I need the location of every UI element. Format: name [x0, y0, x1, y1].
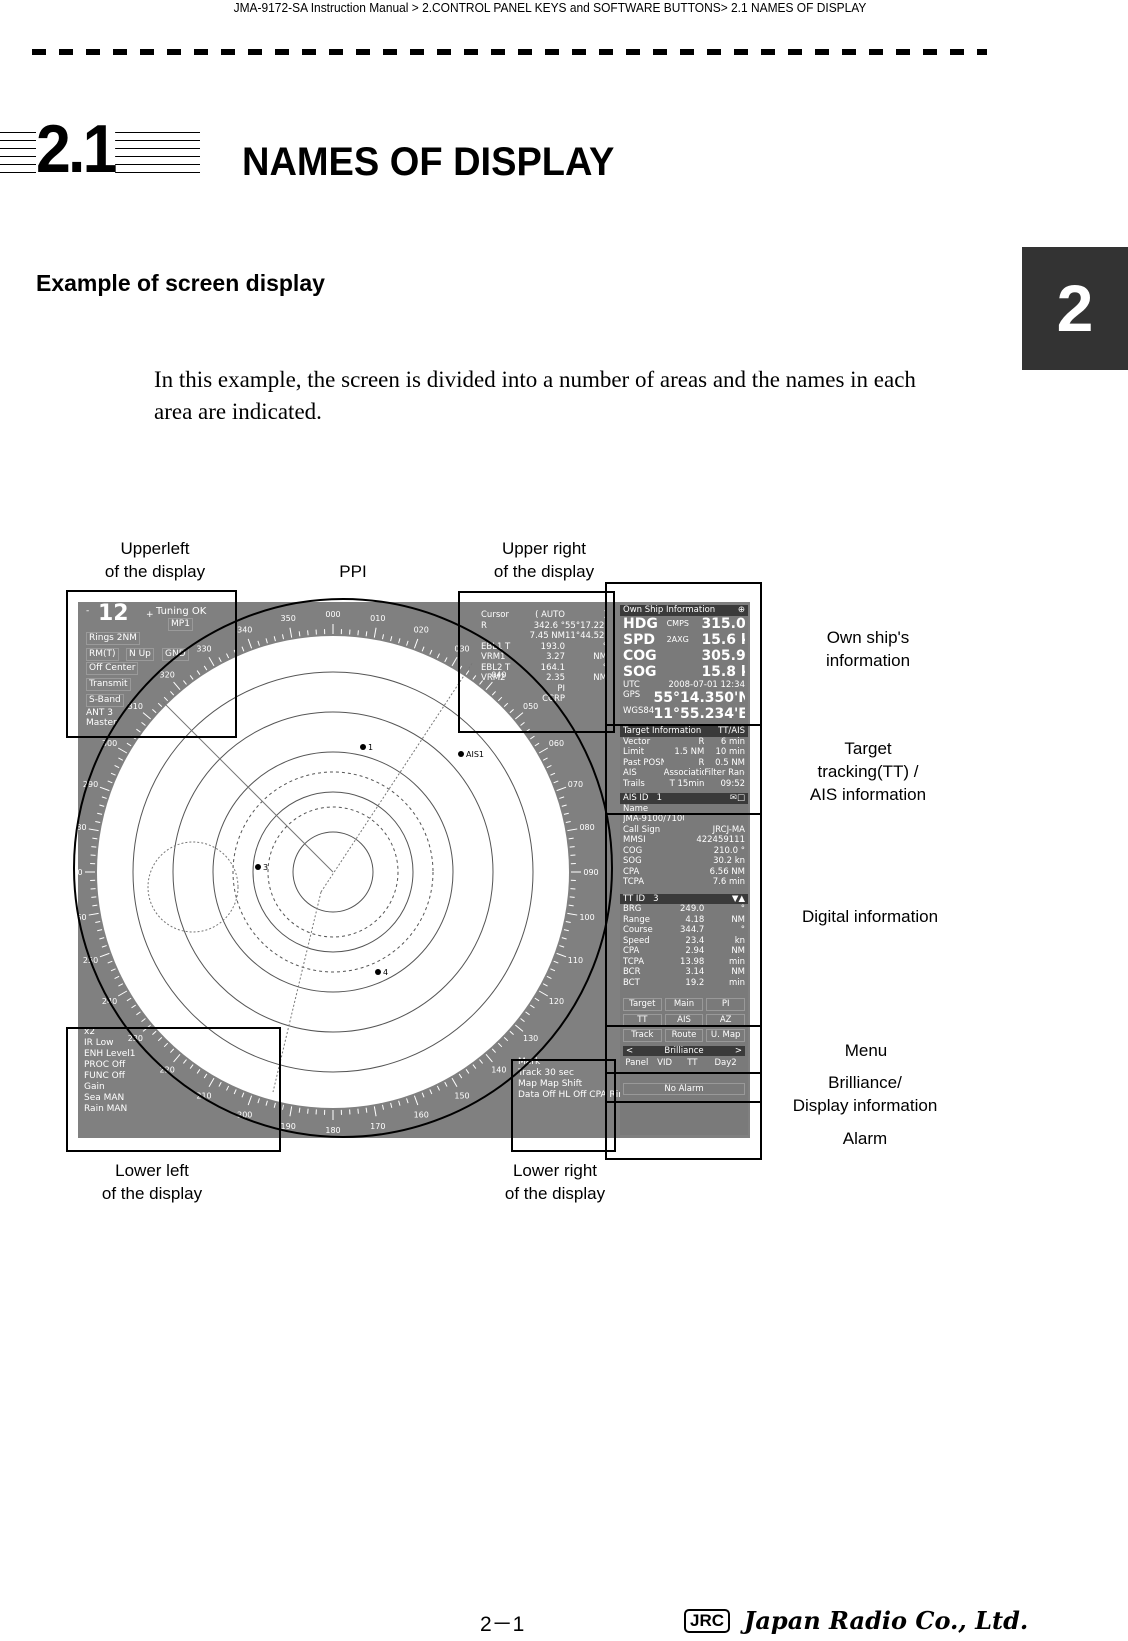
label-digital: Digital information	[801, 907, 939, 926]
label-lower-left: Lower left of the display	[101, 1161, 203, 1203]
label-target: Target tracking(TT) / AIS information	[809, 739, 927, 804]
company-logo: JRC Japan Radio Co., Ltd.	[684, 1606, 1028, 1635]
dashed-divider	[32, 49, 987, 55]
divider	[605, 813, 762, 815]
label-upper-right: Upper right of the display	[493, 539, 595, 581]
page-title: NAMES OF DISPLAY	[242, 140, 615, 184]
divider	[605, 724, 762, 726]
label-lower-right: Lower right of the display	[504, 1161, 606, 1203]
label-brilliance: Brilliance/Display information	[792, 1073, 938, 1115]
chapter-tab: 2	[1022, 247, 1128, 370]
label-own-ship: Own ship's information	[825, 628, 911, 670]
label-ppi: PPI	[339, 562, 367, 581]
breadcrumb: JMA-9172-SA Instruction Manual > 2.CONTR…	[233, 0, 867, 15]
intro-paragraph: In this example, the screen is divided i…	[154, 367, 916, 424]
subtitle: Example of screen display	[36, 270, 325, 296]
ppi-area-circle	[73, 598, 613, 1138]
label-upper-left: Upperleft of the display	[104, 539, 206, 581]
label-menu: Menu	[844, 1041, 888, 1060]
section-number: 2.1	[0, 114, 200, 184]
divider	[605, 1101, 762, 1103]
label-alarm: Alarm	[842, 1129, 888, 1148]
divider	[605, 1072, 762, 1074]
page-number: 2－1	[480, 1613, 525, 1636]
divider	[605, 1025, 762, 1027]
lower-right-area-box	[511, 1059, 616, 1152]
